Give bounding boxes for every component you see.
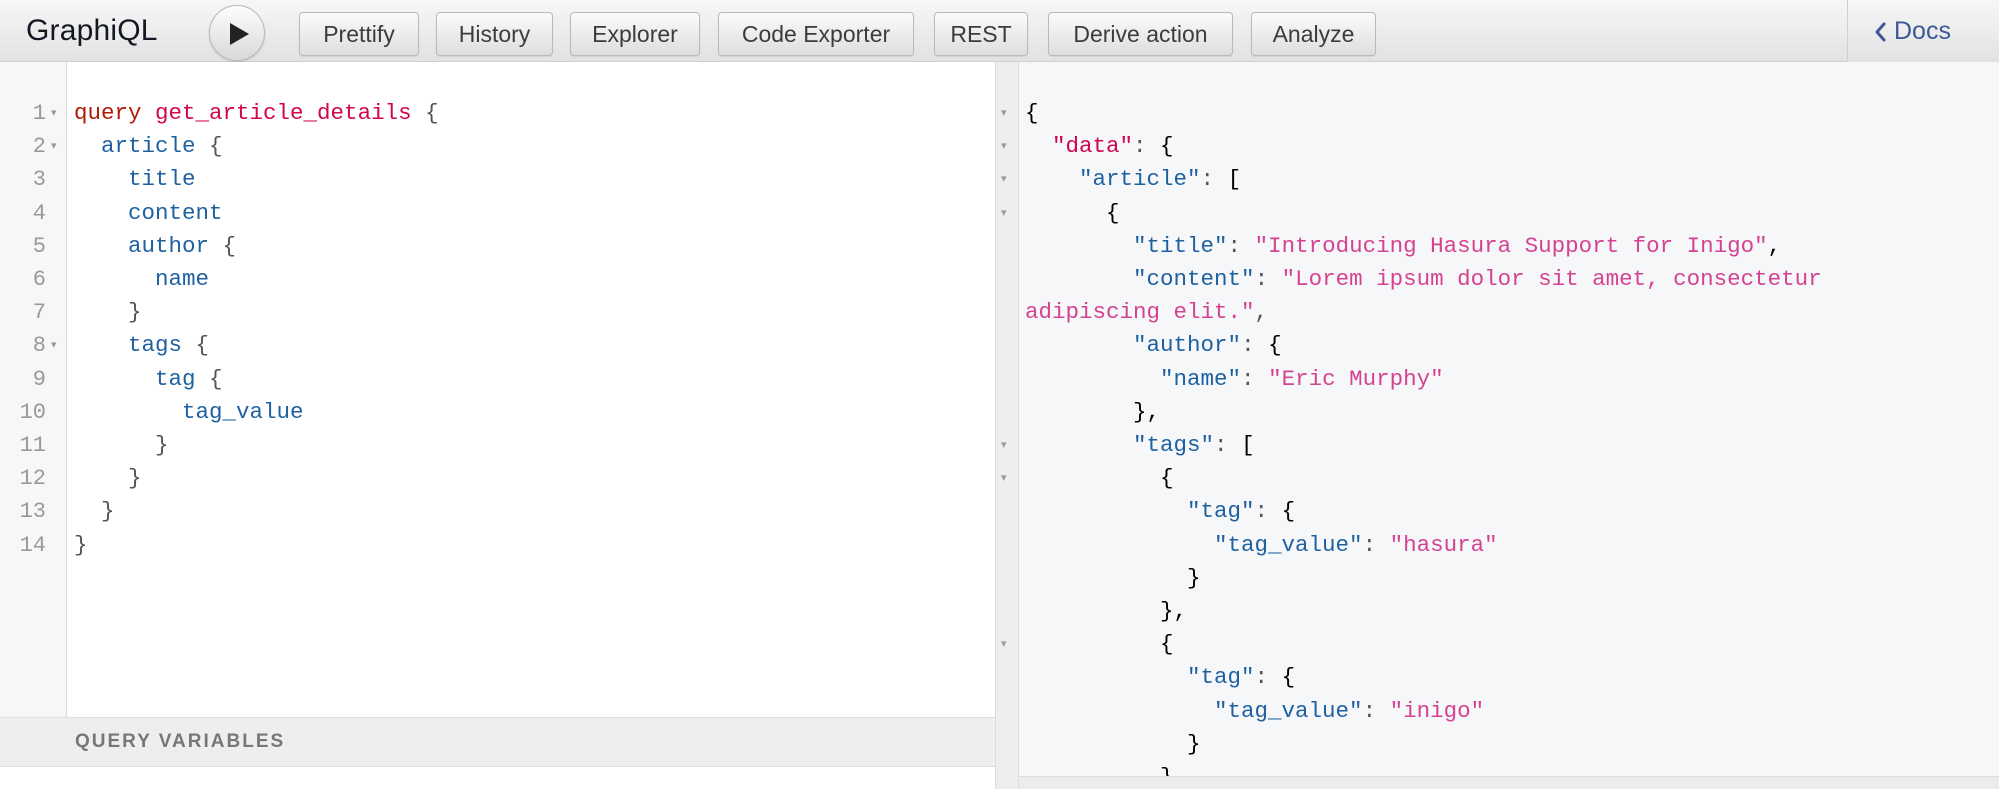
result-line: { <box>1025 465 1174 492</box>
query-variables-editor[interactable] <box>0 767 997 789</box>
code-line[interactable]: tags { <box>74 329 209 362</box>
code-line[interactable]: } <box>74 462 142 495</box>
execute-query-button[interactable] <box>209 5 265 61</box>
result-horizontal-scrollbar[interactable] <box>1019 776 1999 789</box>
docs-area: Docs <box>1847 0 1999 62</box>
code-line[interactable]: } <box>74 495 115 528</box>
result-line: } <box>1025 730 1201 757</box>
code-line[interactable]: content <box>74 197 223 230</box>
analyze-button[interactable]: Analyze <box>1251 12 1376 56</box>
code-line[interactable]: } <box>74 529 88 562</box>
fold-toggle-icon[interactable]: ▾ <box>51 97 61 130</box>
fold-toggle-icon[interactable]: ▾ <box>51 130 61 163</box>
toolbar: GraphiQL Prettify History Explorer Code … <box>0 0 1999 62</box>
line-number: 12 <box>19 466 46 492</box>
rest-button[interactable]: REST <box>934 12 1028 56</box>
code-line[interactable]: title <box>74 163 196 196</box>
fold-toggle-icon[interactable]: ▾ <box>1001 97 1013 130</box>
fold-toggle-icon[interactable]: ▾ <box>1001 628 1013 661</box>
line-number: 13 <box>19 499 46 525</box>
docs-button[interactable]: Docs <box>1874 17 1951 46</box>
result-line: "content": "Lorem ipsum dolor sit amet, … <box>1133 266 1822 292</box>
result-line: "name": "Eric Murphy" <box>1160 365 1444 392</box>
code-line[interactable]: } <box>74 296 142 329</box>
app-title: GraphiQL <box>26 14 158 47</box>
derive-action-button[interactable]: Derive action <box>1048 12 1233 56</box>
result-line: "title": "Introducing Hasura Support for… <box>1133 232 1782 259</box>
result-line: adipiscing elit.", <box>1025 299 1269 326</box>
result-line: "tag": { <box>1187 498 1296 525</box>
line-number: 11 <box>19 433 46 458</box>
result-line: "tag": { <box>1187 664 1296 691</box>
explorer-button[interactable]: Explorer <box>570 12 700 56</box>
result-line: } <box>1025 564 1201 591</box>
line-number: 4 <box>32 200 46 226</box>
result-line: "tag_value": "inigo" <box>1214 697 1485 724</box>
code-line[interactable]: } <box>74 429 169 462</box>
fold-toggle-icon[interactable]: ▾ <box>1001 197 1013 230</box>
line-number: 9 <box>32 366 46 392</box>
code-line[interactable]: tag_value <box>74 396 304 429</box>
result-line: "author": { <box>1133 332 1282 359</box>
result-line: }, <box>1025 398 1161 425</box>
code-exporter-button[interactable]: Code Exporter <box>718 12 914 56</box>
line-number: 6 <box>32 267 46 292</box>
result-line: { <box>1025 631 1174 658</box>
play-icon <box>230 23 249 45</box>
history-button[interactable]: History <box>436 12 553 56</box>
line-number: 3 <box>32 167 46 193</box>
line-number: 8 <box>32 333 46 359</box>
code-line[interactable]: article { <box>74 130 223 163</box>
line-number: 2 <box>32 134 46 160</box>
code-line[interactable]: tag { <box>74 363 223 396</box>
prettify-button[interactable]: Prettify <box>299 12 419 56</box>
docs-label: Docs <box>1894 17 1951 45</box>
fold-toggle-icon[interactable]: ▾ <box>1001 462 1013 495</box>
result-line: "article": [ <box>1079 166 1242 193</box>
line-number: 1 <box>32 101 46 126</box>
line-number: 14 <box>19 532 46 558</box>
fold-toggle-icon[interactable]: ▾ <box>51 329 61 362</box>
result-line: "tag_value": "hasura" <box>1214 531 1498 558</box>
result-line: { <box>1025 100 1039 126</box>
chevron-left-icon <box>1875 22 1886 41</box>
fold-toggle-icon[interactable]: ▾ <box>1001 163 1013 196</box>
query-variables-title: QUERY VARIABLES <box>75 731 286 752</box>
query-variables-header[interactable]: QUERY VARIABLES <box>0 717 997 767</box>
line-number: 10 <box>19 399 46 425</box>
line-number: 7 <box>32 300 46 326</box>
fold-toggle-icon[interactable]: ▾ <box>1001 429 1013 462</box>
result-line: "data": { <box>1052 133 1174 160</box>
code-line[interactable]: name <box>74 263 209 296</box>
result-line: { <box>1025 199 1120 226</box>
code-line[interactable]: query get_article_details { <box>74 97 439 130</box>
result-line: "tags": [ <box>1133 432 1255 458</box>
fold-toggle-icon[interactable]: ▾ <box>1001 130 1013 163</box>
result-line: }, <box>1025 598 1188 624</box>
line-number: 5 <box>32 233 46 259</box>
code-line[interactable]: author { <box>74 230 236 263</box>
